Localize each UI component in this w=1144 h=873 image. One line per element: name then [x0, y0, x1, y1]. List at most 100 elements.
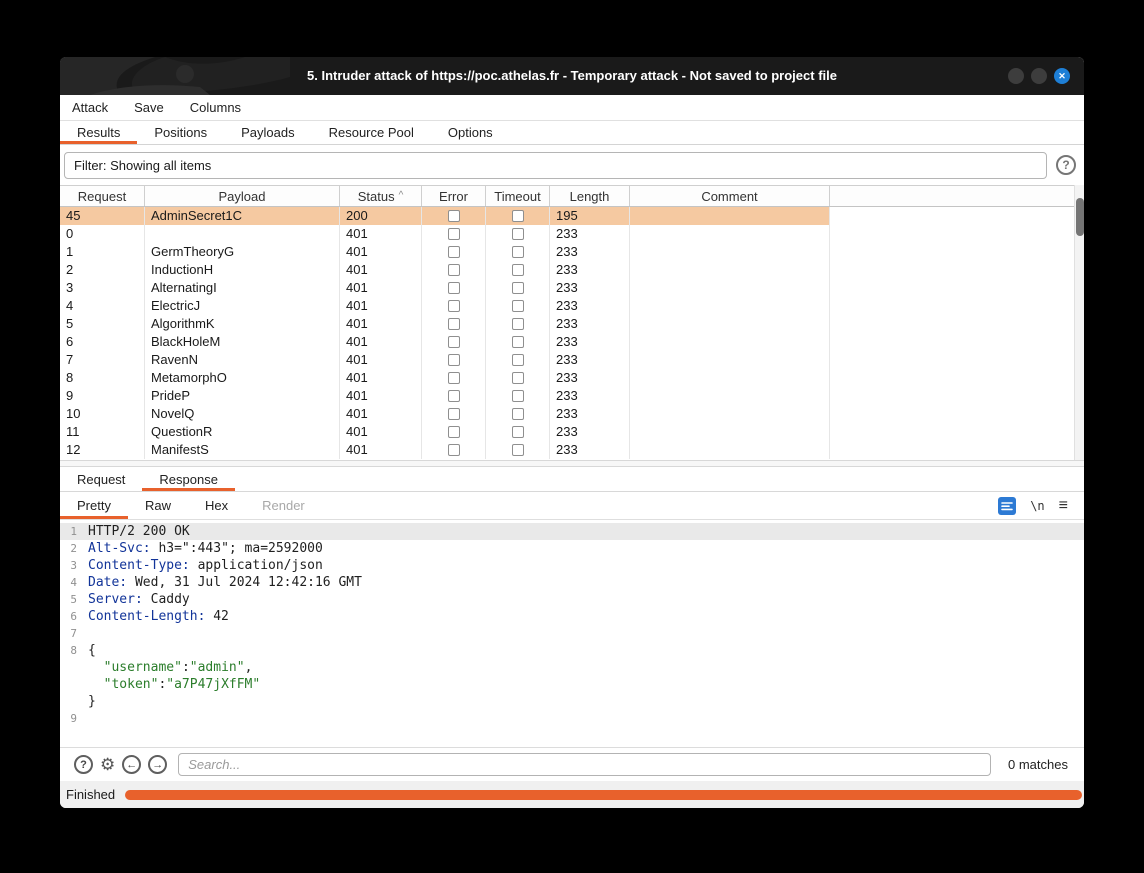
table-row[interactable]: 7 RavenN 401 233 [60, 351, 1074, 369]
table-row[interactable]: 6 BlackHoleM 401 233 [60, 333, 1074, 351]
titlebar: 5. Intruder attack of https://poc.athela… [60, 57, 1084, 95]
timeout-checkbox[interactable] [512, 390, 524, 402]
timeout-checkbox[interactable] [512, 318, 524, 330]
cell-length: 233 [550, 405, 630, 423]
tab-options[interactable]: Options [431, 121, 510, 144]
error-checkbox[interactable] [448, 318, 460, 330]
column-header-payload[interactable]: Payload [145, 186, 340, 206]
search-settings-gear-icon[interactable]: ⚙ [100, 756, 115, 773]
syntax-highlight-icon[interactable] [998, 497, 1016, 515]
scrollbar-thumb[interactable] [1076, 198, 1084, 236]
table-row[interactable]: 8 MetamorphO 401 233 [60, 369, 1074, 387]
cell-error [422, 369, 486, 387]
editor-line: "token":"a7P47jXfFM" [60, 676, 1084, 693]
error-checkbox[interactable] [448, 426, 460, 438]
error-checkbox[interactable] [448, 246, 460, 258]
filter-help-icon[interactable]: ? [1056, 155, 1076, 175]
table-row[interactable]: 5 AlgorithmK 401 233 [60, 315, 1074, 333]
tab-raw[interactable]: Raw [128, 492, 188, 519]
table-row[interactable]: 12 ManifestS 401 233 [60, 441, 1074, 459]
timeout-checkbox[interactable] [512, 300, 524, 312]
column-header-length[interactable]: Length [550, 186, 630, 206]
tab-pretty[interactable]: Pretty [60, 492, 128, 519]
table-row[interactable]: 1 GermTheoryG 401 233 [60, 243, 1074, 261]
cell-error [422, 333, 486, 351]
line-number: 1 [60, 523, 84, 540]
show-linebreaks-icon[interactable]: \n [1030, 499, 1044, 513]
error-checkbox[interactable] [448, 336, 460, 348]
timeout-checkbox[interactable] [512, 354, 524, 366]
error-checkbox[interactable] [448, 372, 460, 384]
cell-length: 233 [550, 333, 630, 351]
error-checkbox[interactable] [448, 354, 460, 366]
tab-results[interactable]: Results [60, 121, 137, 144]
panel-splitter[interactable] [60, 460, 1084, 467]
search-previous-icon[interactable]: ← [122, 755, 141, 774]
tab-hex[interactable]: Hex [188, 492, 245, 519]
cell-timeout [486, 207, 550, 225]
column-header-timeout[interactable]: Timeout [486, 186, 550, 206]
table-row[interactable]: 3 AlternatingI 401 233 [60, 279, 1074, 297]
tab-request[interactable]: Request [60, 467, 142, 491]
table-row[interactable]: 9 PrideP 401 233 [60, 387, 1074, 405]
search-input[interactable] [178, 753, 991, 776]
table-scrollbar[interactable] [1074, 185, 1084, 460]
timeout-checkbox[interactable] [512, 210, 524, 222]
table-row[interactable]: 0 401 233 [60, 225, 1074, 243]
cell-comment [630, 279, 830, 297]
error-checkbox[interactable] [448, 408, 460, 420]
timeout-checkbox[interactable] [512, 426, 524, 438]
timeout-checkbox[interactable] [512, 372, 524, 384]
cell-length: 233 [550, 261, 630, 279]
error-checkbox[interactable] [448, 282, 460, 294]
error-checkbox[interactable] [448, 300, 460, 312]
tab-response[interactable]: Response [142, 467, 235, 491]
minimize-button[interactable] [1008, 68, 1024, 84]
error-checkbox[interactable] [448, 390, 460, 402]
cell-status: 401 [340, 261, 422, 279]
tab-resource-pool[interactable]: Resource Pool [312, 121, 431, 144]
cell-length: 233 [550, 441, 630, 459]
line-content: Content-Length: 42 [84, 608, 229, 625]
column-header-error[interactable]: Error [422, 186, 486, 206]
column-header-status[interactable]: Status^ [340, 186, 422, 206]
cell-timeout [486, 369, 550, 387]
timeout-checkbox[interactable] [512, 408, 524, 420]
timeout-checkbox[interactable] [512, 264, 524, 276]
response-editor[interactable]: 1 HTTP/2 200 OK 2 Alt-Svc: h3=":443"; ma… [60, 520, 1084, 747]
tab-positions[interactable]: Positions [137, 121, 224, 144]
tab-payloads[interactable]: Payloads [224, 121, 311, 144]
cell-length: 233 [550, 369, 630, 387]
cell-payload: BlackHoleM [145, 333, 340, 351]
table-row[interactable]: 4 ElectricJ 401 233 [60, 297, 1074, 315]
error-checkbox[interactable] [448, 264, 460, 276]
timeout-checkbox[interactable] [512, 444, 524, 456]
maximize-button[interactable] [1031, 68, 1047, 84]
search-next-icon[interactable]: → [148, 755, 167, 774]
error-checkbox[interactable] [448, 210, 460, 222]
menu-columns[interactable]: Columns [190, 100, 241, 115]
editor-menu-icon[interactable]: ≡ [1059, 498, 1068, 514]
filter-bar[interactable] [64, 152, 1047, 179]
timeout-checkbox[interactable] [512, 282, 524, 294]
cell-request: 45 [60, 207, 145, 225]
table-row[interactable]: 2 InductionH 401 233 [60, 261, 1074, 279]
cell-comment [630, 387, 830, 405]
cell-timeout [486, 243, 550, 261]
menu-attack[interactable]: Attack [72, 100, 108, 115]
table-row[interactable]: 45 AdminSecret1C 200 195 [60, 207, 1074, 225]
table-row[interactable]: 11 QuestionR 401 233 [60, 423, 1074, 441]
timeout-checkbox[interactable] [512, 336, 524, 348]
table-row[interactable]: 10 NovelQ 401 233 [60, 405, 1074, 423]
timeout-checkbox[interactable] [512, 228, 524, 240]
timeout-checkbox[interactable] [512, 246, 524, 258]
column-header-request[interactable]: Request [60, 186, 145, 206]
error-checkbox[interactable] [448, 444, 460, 456]
editor-line: 2 Alt-Svc: h3=":443"; ma=2592000 [60, 540, 1084, 557]
close-button[interactable]: ✕ [1054, 68, 1070, 84]
search-help-icon[interactable]: ? [74, 755, 93, 774]
cell-comment [630, 333, 830, 351]
menu-save[interactable]: Save [134, 100, 164, 115]
error-checkbox[interactable] [448, 228, 460, 240]
column-header-comment[interactable]: Comment [630, 186, 830, 206]
